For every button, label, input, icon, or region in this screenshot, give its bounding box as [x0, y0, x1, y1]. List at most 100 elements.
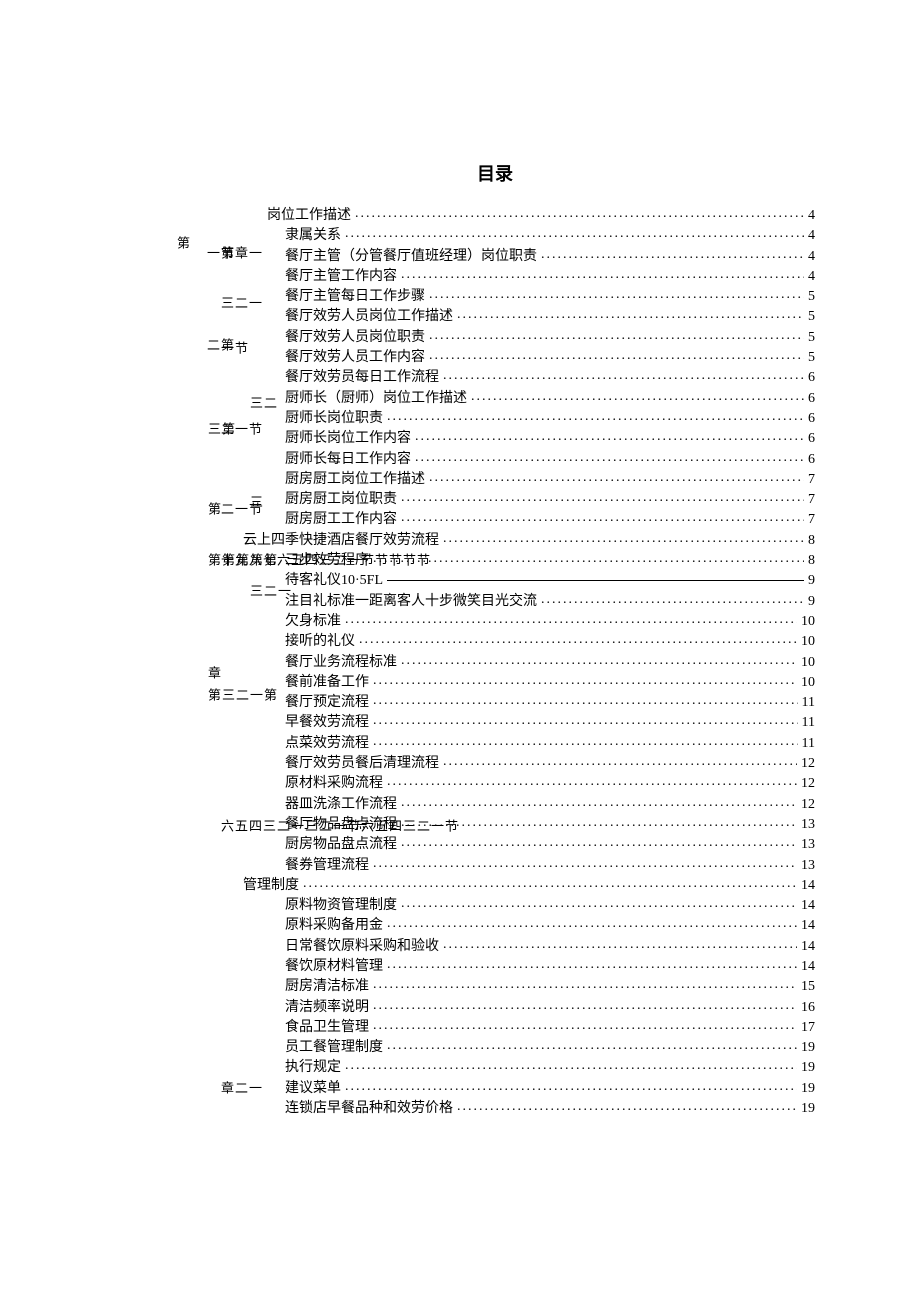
toc-page: 6 [808, 368, 815, 388]
toc-page: 7 [808, 510, 815, 530]
toc-leader [401, 894, 797, 914]
toc-label: 厨师长每日工作内容 [285, 450, 411, 470]
toc-entry: 隶属关系 4 [175, 226, 815, 246]
toc-label: 厨师长（厨师）岗位工作描述 [285, 389, 467, 409]
toc-page: 14 [801, 957, 815, 977]
toc-leader [373, 711, 798, 731]
toc-leader [387, 407, 804, 427]
toc-label: 云上四季快捷酒店餐厅效劳流程 [243, 531, 439, 551]
toc-page: 10 [801, 612, 815, 632]
toc-page: 4 [808, 267, 815, 287]
toc-label: 原材料采购流程 [285, 774, 383, 794]
toc-label: 餐厅业务流程标准 [285, 653, 397, 673]
toc-entry: 岗位工作描述4 [175, 206, 815, 226]
toc-entry: 厨房物品盘点流程13 [175, 835, 815, 855]
toc-entry: 餐厅业务流程标准10 [175, 653, 815, 673]
toc-leader [401, 833, 797, 853]
toc-entry: 厨房厨工岗位职责7 [175, 490, 815, 510]
toc-label: 接听的礼仪 [285, 632, 355, 652]
toc-leader [471, 387, 804, 407]
toc-label: 餐厅主管（分管餐厅值班经理）岗位职责 [285, 247, 537, 267]
toc-page: 8 [808, 531, 815, 551]
toc-entry: 餐厅效劳人员工作内容 5 [175, 348, 815, 368]
section-marker: 节一二 [219, 422, 261, 435]
toc-label: 餐厅预定流程 [285, 693, 369, 713]
toc-page: 6 [808, 389, 815, 409]
toc-page: 9 [808, 571, 815, 591]
toc-entry: 餐厅主管每日工作步骤 5 [175, 287, 815, 307]
section-marker: 节一 [219, 341, 247, 354]
toc-page: 13 [801, 835, 815, 855]
toc-label: 食品卫生管理 [285, 1018, 369, 1038]
toc-list: 岗位工作描述4隶属关系 4餐厅主管（分管餐厅值班经理）岗位职责 4 餐厅主管工作内容 4… [175, 206, 815, 1119]
toc-entry: 餐厅效劳员餐后清理流程12 [175, 754, 815, 774]
toc-label: 餐厅效劳人员岗位职责 [285, 328, 425, 348]
toc-entry: 连锁店早餐品种和效劳价格 19 [175, 1099, 815, 1119]
toc-entry: 欠身标准10 [175, 612, 815, 632]
toc-leader [373, 691, 798, 711]
toc-leader [373, 549, 804, 569]
section-marker: 第一二三第 [206, 688, 276, 701]
toc-page: 8 [808, 551, 815, 571]
toc-leader [401, 488, 804, 508]
toc-leader [443, 752, 797, 772]
toc-entry: 厨房厨工工作内容7 [175, 510, 815, 530]
toc-page: 9 [808, 592, 815, 612]
toc-label: 餐饮原材料管理 [285, 957, 383, 977]
toc-leader [373, 732, 798, 752]
toc-page: 19 [801, 1099, 815, 1119]
toc-leader [373, 975, 797, 995]
toc-page: 14 [801, 876, 815, 896]
toc-label: 餐厅效劳人员工作内容 [285, 348, 425, 368]
toc-leader [373, 671, 797, 691]
toc-page: 4 [808, 226, 815, 246]
toc-page: 7 [808, 470, 815, 490]
toc-label: 厨房厨工岗位工作描述 [285, 470, 425, 490]
toc-title: 目录 [175, 160, 815, 186]
toc-label: 管理制度 [243, 876, 299, 896]
toc-leader [457, 1097, 797, 1117]
toc-entry: 员工餐管理制度19 [175, 1038, 815, 1058]
section-marker: 第 [206, 502, 220, 515]
toc-page: 12 [801, 754, 815, 774]
toc-leader [345, 224, 804, 244]
toc-label: 器皿洗涤工作流程 [285, 795, 397, 815]
toc-leader [401, 508, 804, 528]
toc-label: 连锁店早餐品种和效劳价格 [285, 1099, 453, 1119]
toc-label: 点菜效劳流程 [285, 734, 369, 754]
toc-label: 餐前准备工作 [285, 673, 369, 693]
toc-label: 原料物资管理制度 [285, 896, 397, 916]
toc-leader [359, 630, 797, 650]
toc-label: 厨师长岗位工作内容 [285, 429, 411, 449]
toc-entry: 原料物资管理制度14 [175, 896, 815, 916]
toc-page: 12 [801, 795, 815, 815]
toc-page: 目录 第一章第一节一二三第二节一二三第三节一二三第节一二第第第第第节节节节节一二… [0, 0, 920, 1119]
toc-entry: 原料采购备用金14 [175, 916, 815, 936]
toc-label: 建议菜单 [285, 1079, 341, 1099]
toc-label: 早餐效劳流程 [285, 713, 369, 733]
toc-entry: 日常餐饮原料采购和验收14 [175, 937, 815, 957]
toc-leader [345, 1056, 797, 1076]
toc-leader [443, 935, 797, 955]
toc-page: 6 [808, 429, 815, 449]
toc-label: 隶属关系 [285, 226, 341, 246]
toc-label: 餐厅主管每日工作步骤 [285, 287, 425, 307]
toc-page: 5 [808, 287, 815, 307]
toc-label: 餐厅主管工作内容 [285, 267, 397, 287]
toc-leader [373, 854, 797, 874]
toc-leader [429, 326, 804, 346]
toc-entry: 建议菜单19 [175, 1079, 815, 1099]
toc-page: 14 [801, 916, 815, 936]
toc-entry: 厨师长岗位工作内容 6 [175, 429, 815, 449]
toc-entry: 餐厅效劳人员岗位职责5 [175, 328, 815, 348]
toc-page: 16 [801, 998, 815, 1018]
toc-entry: 点菜效劳流程11 [175, 734, 815, 754]
toc-label: 餐厅效劳员每日工作流程 [285, 368, 439, 388]
toc-leader [373, 996, 797, 1016]
toc-page: 5 [808, 307, 815, 327]
toc-entry: 厨师长岗位职责6 [175, 409, 815, 429]
toc-leader [401, 793, 797, 813]
toc-page: 5 [808, 348, 815, 368]
toc-entry: 早餐效劳流程11 [175, 713, 815, 733]
toc-leader [373, 1016, 797, 1036]
